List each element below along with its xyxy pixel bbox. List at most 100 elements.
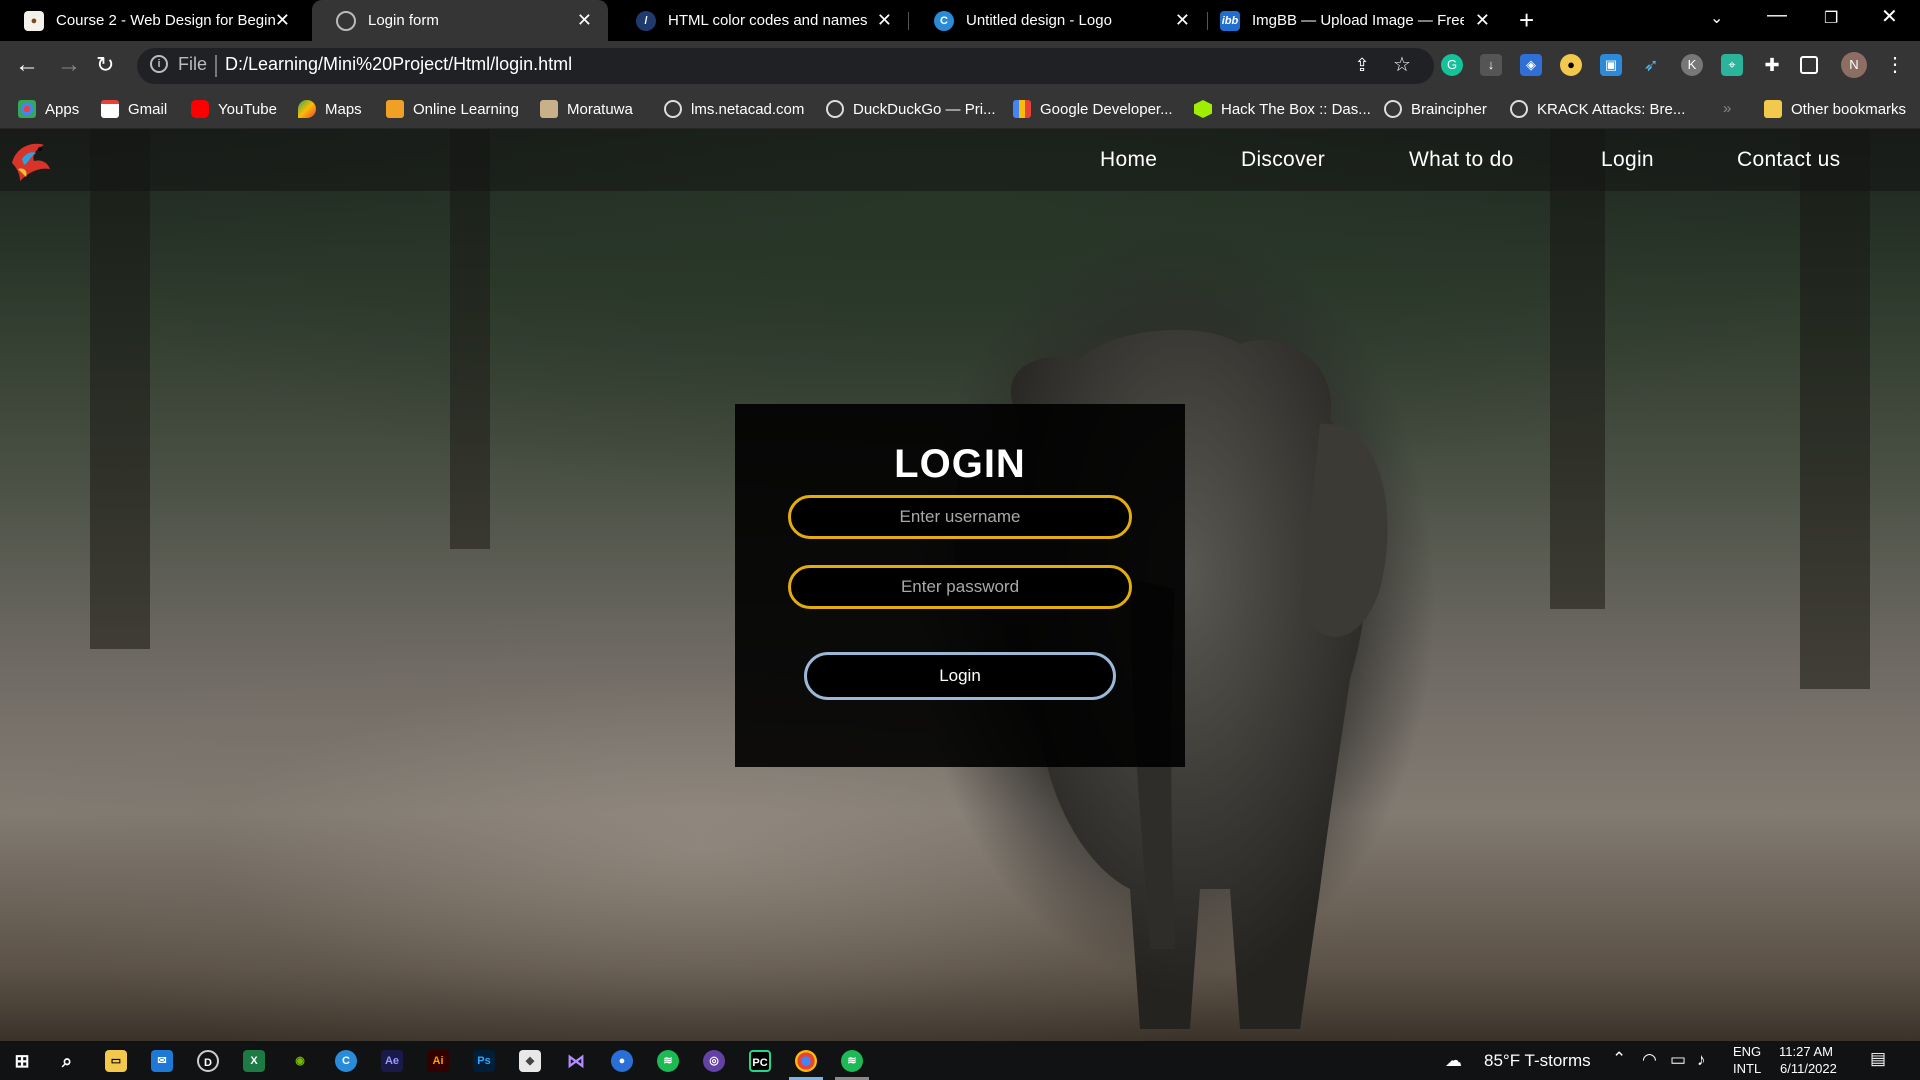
weather-status[interactable]: 85°F T-storms xyxy=(1484,1051,1591,1071)
after-effects-icon[interactable]: Ae xyxy=(381,1050,403,1072)
pycharm-icon[interactable]: PC xyxy=(749,1050,771,1072)
coin-extension-icon[interactable]: ● xyxy=(1560,54,1582,76)
globe-icon xyxy=(1384,100,1402,118)
spotify-icon[interactable]: ≋ xyxy=(841,1050,863,1072)
language-code[interactable]: ENG xyxy=(1733,1044,1761,1059)
profile-avatar[interactable]: N xyxy=(1841,52,1867,78)
notifications-icon[interactable]: ▤ xyxy=(1870,1049,1886,1069)
bookmark-item[interactable]: lms.netacad.com xyxy=(664,100,804,118)
canva-icon[interactable]: C xyxy=(335,1050,357,1072)
bookmark-item[interactable]: Maps xyxy=(298,100,362,118)
nav-what-to-do-link[interactable]: What to do xyxy=(1409,148,1514,172)
bookmark-item[interactable]: Apps xyxy=(18,100,79,118)
menu-kebab-icon[interactable]: ⋮ xyxy=(1884,54,1906,76)
html-color-favicon-icon: / xyxy=(636,10,656,31)
shield-extension-icon[interactable]: ◈ xyxy=(1520,54,1542,76)
youtube-icon xyxy=(191,100,209,118)
bookmark-item[interactable]: Hack The Box :: Das... xyxy=(1194,100,1371,118)
bookmarks-overflow-icon[interactable]: » xyxy=(1723,100,1731,117)
course-favicon-icon: ● xyxy=(24,10,44,31)
share-icon[interactable]: ⇪ xyxy=(1351,54,1373,76)
bookmark-item[interactable]: Moratuwa xyxy=(540,100,633,118)
info-icon[interactable]: i xyxy=(150,55,168,73)
visual-studio-icon[interactable]: ⋈ xyxy=(565,1050,587,1072)
nav-home-link[interactable]: Home xyxy=(1100,148,1157,172)
bookmark-label: lms.netacad.com xyxy=(691,100,805,118)
other-bookmarks-folder[interactable]: Other bookmarks xyxy=(1764,100,1906,118)
parrot-logo-icon[interactable] xyxy=(2,133,56,187)
minimize-button[interactable]: — xyxy=(1767,4,1787,27)
excel-icon[interactable]: X xyxy=(243,1050,265,1072)
photoshop-icon[interactable]: Ps xyxy=(473,1050,495,1072)
window-extension-icon[interactable]: ▣ xyxy=(1600,54,1622,76)
spotify-icon[interactable]: ≋ xyxy=(657,1050,679,1072)
side-panel-icon[interactable] xyxy=(1800,56,1818,74)
close-tab-icon[interactable]: ✕ xyxy=(577,10,592,31)
bookmark-item[interactable]: Online Learning xyxy=(386,100,519,118)
file-explorer-icon[interactable]: ▭ xyxy=(105,1050,127,1072)
close-tab-icon[interactable]: ✕ xyxy=(1475,10,1490,31)
app-cube-icon[interactable]: ◆ xyxy=(519,1050,541,1072)
dell-icon[interactable]: D xyxy=(197,1050,219,1072)
illustrator-icon[interactable]: Ai xyxy=(427,1050,449,1072)
password-input[interactable] xyxy=(788,565,1132,609)
bookmark-item[interactable]: Braincipher xyxy=(1384,100,1487,118)
battery-icon[interactable]: ▭ xyxy=(1670,1050,1686,1070)
chrome-icon[interactable] xyxy=(795,1050,817,1072)
new-tab-button[interactable]: + xyxy=(1519,5,1534,36)
google-developers-icon xyxy=(1013,100,1031,118)
volume-icon[interactable]: ♪ xyxy=(1697,1050,1706,1070)
nav-discover-link[interactable]: Discover xyxy=(1241,148,1325,172)
forward-button[interactable]: → xyxy=(57,53,81,77)
nav-login-link[interactable]: Login xyxy=(1601,148,1654,172)
windows-start-icon[interactable]: ⊞ xyxy=(11,1050,33,1072)
browser-tab[interactable]: / HTML color codes and names ✕ xyxy=(612,0,908,41)
feather-extension-icon[interactable]: ➶ xyxy=(1640,54,1662,76)
login-button[interactable]: Login xyxy=(804,652,1116,700)
github-desktop-icon[interactable]: ◎ xyxy=(703,1050,725,1072)
tray-chevron-icon[interactable]: ⌃ xyxy=(1612,1049,1626,1069)
location-extension-icon[interactable]: ⌖ xyxy=(1721,54,1743,76)
close-window-button[interactable]: ✕ xyxy=(1881,4,1898,29)
bookmark-label: Other bookmarks xyxy=(1791,100,1907,118)
browser-tab[interactable]: ibb ImgBB — Upload Image — Free ✕ xyxy=(1196,0,1506,41)
back-button[interactable]: ← xyxy=(15,53,39,77)
close-tab-icon[interactable]: ✕ xyxy=(1175,10,1190,31)
tab-separator xyxy=(908,12,909,30)
browser-tab[interactable]: C Untitled design - Logo ✕ xyxy=(910,0,1206,41)
bookmark-item[interactable]: DuckDuckGo — Pri... xyxy=(826,100,996,118)
tab-search-icon[interactable]: ⌄ xyxy=(1710,8,1723,28)
globe-icon xyxy=(826,100,844,118)
download-extension-icon[interactable]: ↓ xyxy=(1480,54,1502,76)
k-extension-icon[interactable]: K xyxy=(1681,54,1703,76)
close-tab-icon[interactable]: ✕ xyxy=(275,10,290,31)
address-scheme-label: File xyxy=(178,54,208,74)
app-circle-icon[interactable]: ● xyxy=(611,1050,633,1072)
network-icon[interactable]: ◠ xyxy=(1642,1050,1657,1070)
bookmark-item[interactable]: Gmail xyxy=(101,100,167,118)
bookmark-star-icon[interactable]: ☆ xyxy=(1391,54,1413,76)
bookmark-item[interactable]: YouTube xyxy=(191,100,277,118)
nvidia-icon[interactable]: ◉ xyxy=(289,1050,311,1072)
extensions-puzzle-icon[interactable]: ✚ xyxy=(1761,54,1783,76)
bookmark-item[interactable]: Google Developer... xyxy=(1013,100,1173,118)
reload-button[interactable]: ↻ xyxy=(96,53,114,77)
imgbb-icon: ibb xyxy=(1220,10,1240,31)
bookmark-item[interactable]: KRACK Attacks: Bre... xyxy=(1510,100,1685,118)
address-url[interactable]: D:/Learning/Mini%20Project/Html/login.ht… xyxy=(225,54,572,75)
grammarly-extension-icon[interactable]: G xyxy=(1441,54,1463,76)
search-icon[interactable]: ⌕ xyxy=(56,1050,78,1072)
weather-icon[interactable]: ☁ xyxy=(1445,1051,1462,1071)
tab-title: Course 2 - Web Design for Beginners xyxy=(56,12,276,29)
browser-tab-active[interactable]: Login form ✕ xyxy=(312,0,608,41)
username-input[interactable] xyxy=(788,495,1132,539)
nav-contact-link[interactable]: Contact us xyxy=(1737,148,1840,172)
mail-icon[interactable]: ✉ xyxy=(151,1050,173,1072)
clock-date[interactable]: 6/11/2022 xyxy=(1780,1061,1837,1076)
background-tree xyxy=(450,129,490,549)
clock-time[interactable]: 11:27 AM xyxy=(1779,1044,1833,1059)
language-layout[interactable]: INTL xyxy=(1733,1061,1761,1076)
restore-button[interactable]: ❐ xyxy=(1824,8,1838,28)
browser-tab[interactable]: ● Course 2 - Web Design for Beginners ✕ xyxy=(0,0,306,41)
close-tab-icon[interactable]: ✕ xyxy=(877,10,892,31)
